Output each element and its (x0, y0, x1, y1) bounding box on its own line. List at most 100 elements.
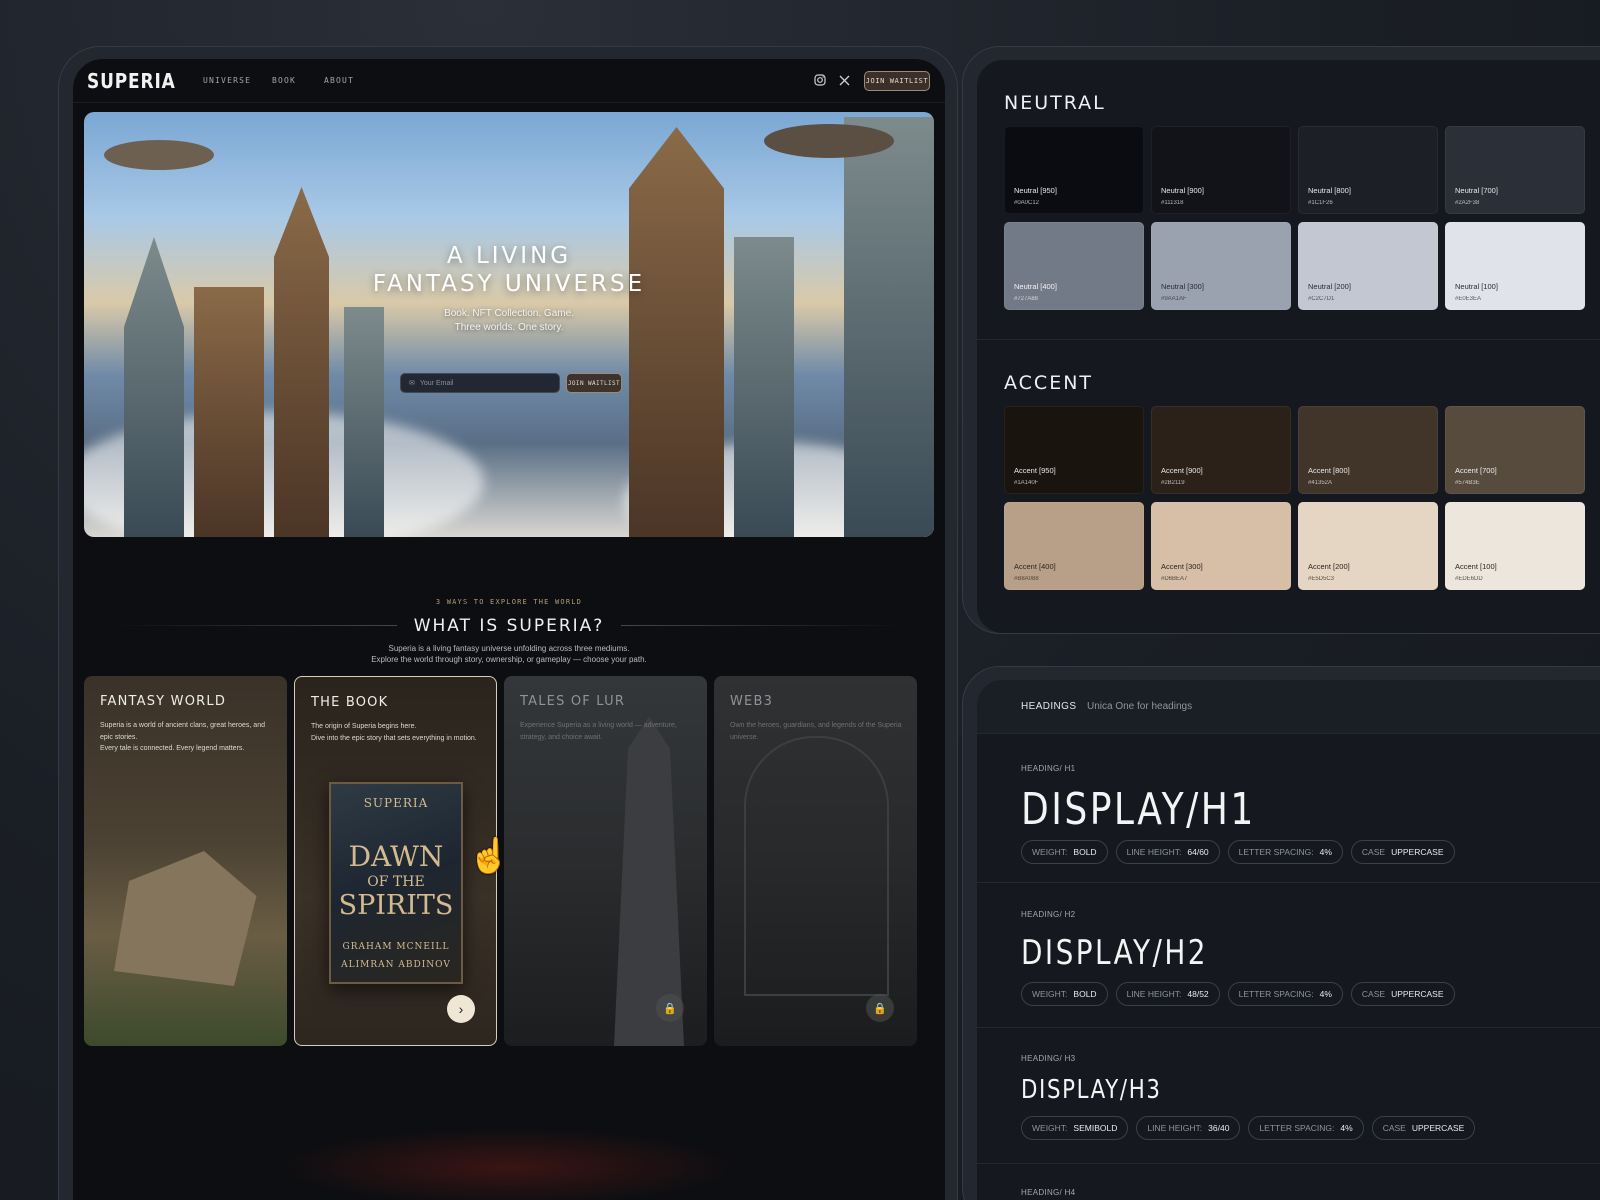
section-eyebrow: 3 WAYS TO EXPLORE THE WORLD (435, 598, 583, 606)
hero-join-waitlist-button[interactable]: JOIN WAITLIST (566, 373, 622, 393)
logo[interactable]: SUPERIA (87, 69, 176, 93)
heading-specs: WEIGHT: BOLD LINE HEIGHT: 64/60 LETTER SPACI… (1021, 840, 1455, 864)
spec-value: UPPERCASE (1391, 989, 1444, 999)
heading-row-h2: HEADING/ H2 DISPLAY/H2 WEIGHT: BOLD LINE H… (977, 883, 1600, 1028)
swatch-name: Neutral [300] (1161, 282, 1204, 291)
swatch-name: Neutral [100] (1455, 282, 1498, 291)
card-web3[interactable]: WEB3 Own the heroes, guardians, and lege… (714, 676, 917, 1046)
spec-chip: LETTER SPACING: 4% (1227, 840, 1343, 864)
accent-swatch[interactable]: Accent [800] #41352A (1298, 406, 1438, 494)
accent-swatch[interactable]: Accent [900] #2B2119 (1151, 406, 1291, 494)
swatch-name: Neutral [950] (1014, 186, 1057, 195)
neutral-swatch[interactable]: Neutral [700] #2A2F38 (1445, 126, 1585, 214)
spec-key: CASE (1382, 1123, 1406, 1133)
spec-value: UPPERCASE (1411, 1123, 1465, 1133)
color-palette-panel: NEUTRAL Neutral [950] #0A0C12 Neutral [900… (962, 46, 1600, 634)
accent-title: ACCENT (1004, 372, 1094, 394)
spec-chip: LETTER SPACING: 4% (1227, 982, 1343, 1006)
accent-swatch[interactable]: Accent [100] #EDE6DD (1445, 502, 1585, 590)
book-title: DAWN (348, 840, 444, 873)
spec-key: LINE HEIGHT: (1147, 1123, 1203, 1133)
book-cover: SUPERIA DAWN OF THE SPIRITS GRAHAM MCNEI… (329, 782, 463, 984)
swatch-name: Accent [700] (1455, 466, 1497, 475)
spec-value: SEMIBOLD (1073, 1123, 1118, 1133)
swatch-name: Accent [300] (1161, 562, 1203, 571)
spec-key: CASE (1361, 989, 1386, 999)
swatch-name: Accent [950] (1014, 466, 1056, 475)
lock-icon: 🔒 (866, 994, 894, 1022)
neutral-swatch[interactable]: Neutral [900] #111318 (1151, 126, 1291, 214)
card-tales-of-lur[interactable]: TALES OF LUR Experience Superia as a liv… (504, 676, 707, 1046)
divider (977, 339, 1600, 340)
x-twitter-icon[interactable] (837, 73, 851, 87)
book-series: SUPERIA (363, 796, 429, 810)
next-section-glow (273, 1127, 743, 1200)
swatch-name: Accent [900] (1161, 466, 1203, 475)
spec-chip: LETTER SPACING: 4% (1248, 1116, 1364, 1140)
heading-tag: HEADING/ H3 (1021, 1054, 1076, 1063)
neutral-swatch[interactable]: Neutral [400] #727A88 (1004, 222, 1144, 310)
spec-chip: WEIGHT: SEMIBOLD (1021, 1116, 1129, 1140)
accent-swatch[interactable]: Accent [300] #D6BEA7 (1151, 502, 1291, 590)
nav-book[interactable]: BOOK (272, 76, 296, 85)
accent-swatch[interactable]: Accent [400] #B8A088 (1004, 502, 1144, 590)
nav-universe[interactable]: UNIVERSE (203, 76, 251, 85)
card-the-book[interactable]: THE BOOK The origin of Superia begins he… (294, 676, 497, 1046)
typography-inner: HEADINGS Unica One for headings HEADING/… (977, 680, 1600, 1200)
hero-title: A LIVING FANTASY UNIVERSE (372, 243, 646, 297)
card-description: Experience Superia as a living world — a… (520, 722, 677, 741)
headings-label: HEADINGS (1021, 701, 1077, 712)
swatch-hex: #41352A (1308, 480, 1333, 486)
swatch-name: Neutral [800] (1308, 186, 1351, 195)
neutral-swatch[interactable]: Neutral [300] #9AA1AF (1151, 222, 1291, 310)
website-screen: SUPERIA UNIVERSE BOOK ABOUT JOIN WAITLIS… (73, 59, 945, 1200)
spec-value: 64/60 (1187, 847, 1209, 857)
book-author: GRAHAM MCNEILL (342, 942, 450, 952)
heading-row-h3: HEADING/ H3 DISPLAY/H3 WEIGHT: SEMIBOLD LI… (977, 1028, 1600, 1164)
neutral-swatch[interactable]: Neutral [950] #0A0C12 (1004, 126, 1144, 214)
swatch-hex: #E5D5C3 (1308, 576, 1335, 582)
heading-specs: WEIGHT: BOLD LINE HEIGHT: 48/52 LETTER SPACI… (1021, 982, 1455, 1006)
instagram-icon[interactable] (813, 73, 827, 87)
swatch-hex: #1A140F (1014, 480, 1039, 486)
card-description: The origin of Superia begins here. Dive … (311, 723, 477, 742)
spec-value: 4% (1319, 989, 1332, 999)
spec-chip: WEIGHT: BOLD (1021, 840, 1108, 864)
arrow-right-button[interactable]: › (447, 995, 475, 1023)
spec-value: BOLD (1073, 989, 1097, 999)
book-author: ALIMRAN ABDINOV (341, 960, 451, 970)
section-title: WHAT IS SUPERIA? (413, 616, 605, 636)
accent-swatch[interactable]: Accent [700] #574B3E (1445, 406, 1585, 494)
spec-chip: LINE HEIGHT: 48/52 (1115, 982, 1220, 1006)
section-description: Superia is a living fantasy universe unf… (371, 644, 647, 664)
neutral-swatch[interactable]: Neutral [800] #1C1F26 (1298, 126, 1438, 214)
mail-icon: ✉ (409, 380, 415, 387)
spec-key: WEIGHT: (1032, 989, 1068, 999)
headings-header: HEADINGS Unica One for headings (977, 680, 1600, 734)
palette-inner: NEUTRAL Neutral [950] #0A0C12 Neutral [900… (977, 60, 1600, 633)
join-waitlist-button[interactable]: JOIN WAITLIST (864, 71, 930, 91)
email-input[interactable]: ✉ Your Email (400, 373, 560, 393)
card-description: Own the heroes, guardians, and legends o… (730, 722, 902, 741)
spec-chip: CASE UPPERCASE (1350, 840, 1455, 864)
hero-subtitle: Book. NFT Collection. Game. Three worlds.… (444, 308, 574, 333)
swatch-name: Neutral [900] (1161, 186, 1204, 195)
airship (104, 140, 214, 170)
accent-swatch[interactable]: Accent [950] #1A140F (1004, 406, 1144, 494)
swatch-hex: #D6BEA7 (1161, 576, 1188, 582)
card-fantasy-world[interactable]: FANTASY WORLD Superia is a world of anci… (84, 676, 287, 1046)
heading-tag: HEADING/ H4 (1021, 1188, 1076, 1197)
card-title: WEB3 (730, 694, 774, 709)
neutral-swatch[interactable]: Neutral [200] #C2C7D1 (1298, 222, 1438, 310)
heading-row-h1: HEADING/ H1 DISPLAY/H1 WEIGHT: BOLD LINE H… (977, 734, 1600, 883)
nav-about[interactable]: ABOUT (324, 76, 354, 85)
heading-sample: DISPLAY/H3 (1021, 1075, 1162, 1105)
tower (344, 307, 384, 537)
swatch-name: Accent [800] (1308, 466, 1350, 475)
neutral-swatch[interactable]: Neutral [100] #E0E3EA (1445, 222, 1585, 310)
swatch-hex: #2B2119 (1161, 480, 1185, 486)
accent-swatch[interactable]: Accent [200] #E5D5C3 (1298, 502, 1438, 590)
book-title: OF THE (367, 874, 425, 890)
swatch-name: Neutral [200] (1308, 282, 1351, 291)
swatch-name: Accent [200] (1308, 562, 1350, 571)
